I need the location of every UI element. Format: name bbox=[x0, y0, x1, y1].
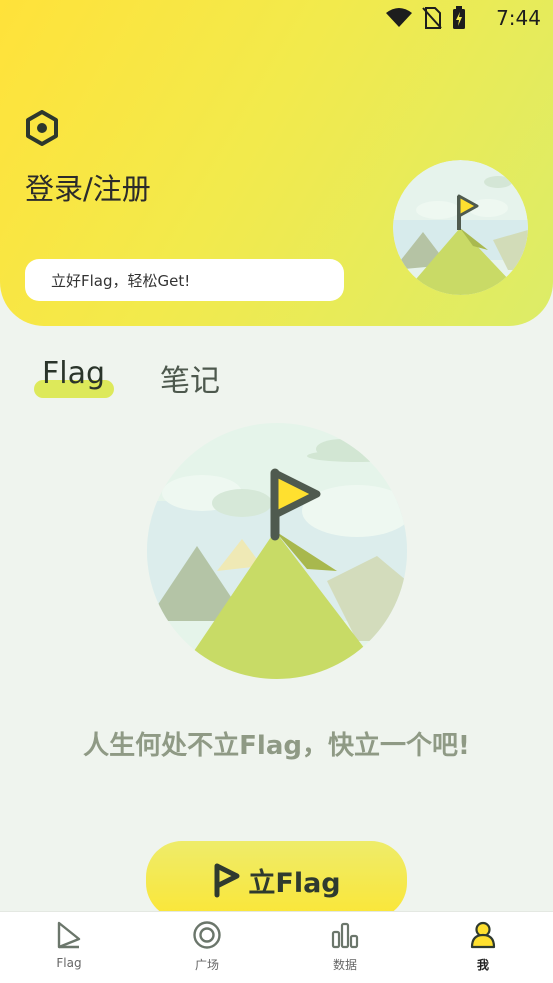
tab-flag[interactable]: Flag bbox=[42, 356, 105, 391]
empty-state-illustration bbox=[147, 423, 407, 679]
me-nav-icon bbox=[470, 921, 496, 949]
tab-flag-label: Flag bbox=[42, 356, 106, 391]
tab-notes-label: 笔记 bbox=[160, 364, 220, 399]
battery-charging-icon bbox=[453, 6, 465, 29]
bottom-navigation: Flag 广场 数据 我 bbox=[0, 911, 553, 983]
create-flag-button[interactable]: 立Flag bbox=[146, 841, 407, 919]
slogan-text: 立好Flag，轻松Get! bbox=[51, 271, 191, 290]
empty-state-message: 人生何处不立Flag，快立一个吧! bbox=[83, 731, 470, 761]
slogan-pill: 立好Flag，轻松Get! bbox=[25, 259, 344, 301]
nav-label-square: 广场 bbox=[194, 958, 219, 972]
profile-header: 7:44 登录/注册 立好Flag，轻松Get! bbox=[0, 0, 553, 326]
nav-label-me: 我 bbox=[476, 958, 489, 972]
flag-nav-icon bbox=[57, 921, 81, 949]
no-sim-icon bbox=[422, 7, 442, 29]
nav-item-me[interactable]: 我 bbox=[433, 920, 533, 980]
nav-item-square[interactable]: 广场 bbox=[157, 920, 257, 980]
avatar[interactable] bbox=[393, 160, 528, 295]
mountain-flag-avatar-illustration bbox=[393, 160, 528, 295]
flag-icon bbox=[214, 863, 240, 898]
square-nav-icon bbox=[193, 921, 221, 949]
nav-label-flag: Flag bbox=[56, 956, 82, 970]
nav-label-data: 数据 bbox=[332, 958, 357, 972]
create-flag-label: 立Flag bbox=[248, 867, 341, 899]
wifi-icon bbox=[386, 8, 412, 27]
settings-icon[interactable] bbox=[24, 110, 60, 146]
status-time: 7:44 bbox=[496, 6, 541, 30]
status-icons bbox=[385, 6, 467, 30]
nav-item-flag[interactable]: Flag bbox=[19, 920, 119, 980]
status-bar: 7:44 bbox=[0, 0, 553, 38]
content-tabs: Flag 笔记 bbox=[0, 350, 553, 410]
chart-nav-icon bbox=[331, 922, 359, 949]
tab-notes[interactable]: 笔记 bbox=[160, 356, 220, 400]
login-register-link[interactable]: 登录/注册 bbox=[25, 166, 151, 208]
nav-item-data[interactable]: 数据 bbox=[295, 920, 395, 980]
